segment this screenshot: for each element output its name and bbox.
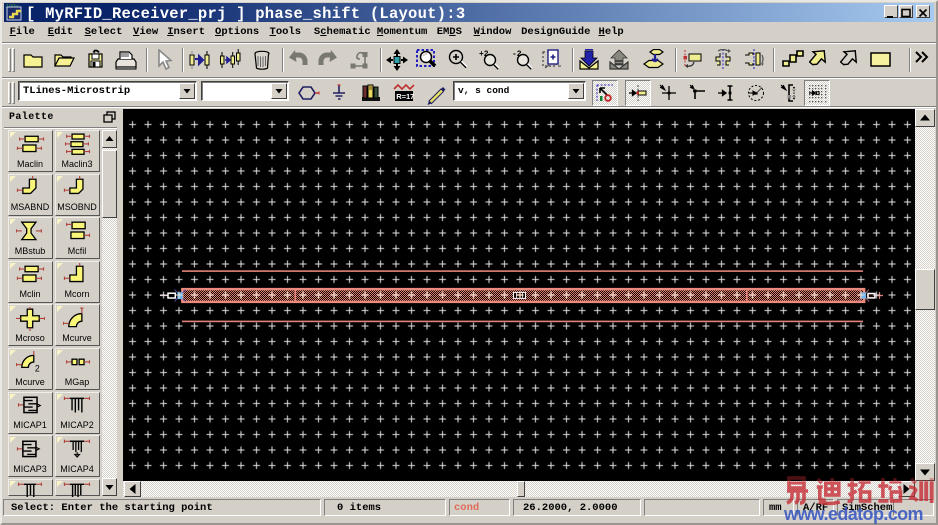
svg-text:2: 2 — [34, 363, 39, 373]
svg-text:R=17: R=17 — [396, 92, 414, 101]
